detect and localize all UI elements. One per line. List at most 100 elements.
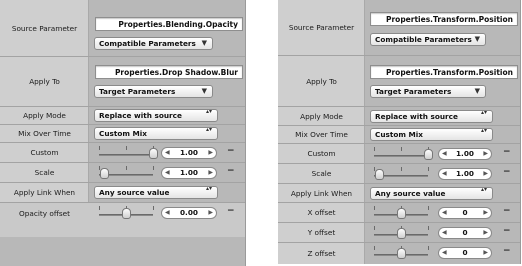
source-parameter-field[interactable]: Properties.Blending.Opacity — [95, 17, 243, 31]
reset-minus-icon[interactable]: − — [503, 206, 511, 216]
target-parameters-menu[interactable]: Target Parameters ▼ — [94, 85, 213, 98]
opacity-offset-stepper[interactable]: ◀ 0.00 ▶ — [161, 207, 217, 219]
slider-tick — [428, 246, 429, 250]
apply-to-label: Apply To — [29, 77, 60, 86]
z-offset-row: Z offset ◀ 0 ▶ − — [278, 243, 520, 264]
y-offset-label: Y offset — [307, 228, 336, 237]
target-parameters-menu[interactable]: Target Parameters ▼ — [370, 85, 486, 98]
scale-label: Scale — [311, 169, 332, 178]
mix-over-time-select[interactable]: Custom Mix ▴▾ — [370, 128, 493, 141]
scale-stepper[interactable]: ◀ 1.00 ▶ — [438, 168, 492, 180]
slider-knob[interactable] — [100, 168, 109, 179]
apply-mode-label: Apply Mode — [300, 111, 343, 121]
custom-row: Custom ◀ 1.00 ▶ − — [278, 144, 520, 164]
slider-tick — [126, 146, 127, 150]
mix-over-time-select[interactable]: Custom Mix ▴▾ — [94, 127, 218, 140]
increment-arrow-icon[interactable]: ▶ — [483, 169, 488, 179]
popup-arrow-icon: ▼ — [474, 35, 480, 43]
apply-to-row: Apply To Properties.Transform.Position T… — [278, 56, 520, 107]
slider-knob[interactable] — [122, 208, 131, 219]
decrement-arrow-icon[interactable]: ◀ — [442, 169, 447, 179]
apply-link-when-label: Apply Link When — [290, 188, 353, 198]
decrement-arrow-icon[interactable]: ◀ — [165, 208, 170, 218]
increment-arrow-icon[interactable]: ▶ — [483, 149, 488, 159]
custom-label: Custom — [30, 148, 59, 157]
x-offset-stepper[interactable]: ◀ 0 ▶ — [438, 207, 492, 219]
decrement-arrow-icon[interactable]: ◀ — [442, 228, 447, 238]
reset-minus-icon[interactable]: − — [503, 147, 511, 157]
updown-arrow-icon: ▴▾ — [205, 126, 212, 133]
source-parameter-label: Source Parameter — [11, 23, 78, 33]
mix-over-time-label: Mix Over Time — [18, 129, 71, 138]
increment-arrow-icon[interactable]: ▶ — [208, 148, 213, 158]
custom-stepper[interactable]: ◀ 1.00 ▶ — [438, 148, 492, 160]
compatible-parameters-menu[interactable]: Compatible Parameters ▼ — [370, 33, 486, 46]
slider-tick — [428, 206, 429, 210]
opacity-offset-slider[interactable] — [95, 203, 157, 223]
slider-knob[interactable] — [149, 148, 158, 159]
reset-minus-icon[interactable]: − — [503, 167, 511, 177]
increment-arrow-icon[interactable]: ▶ — [483, 248, 488, 258]
custom-slider[interactable] — [95, 143, 158, 163]
apply-mode-select[interactable]: Replace with source ▴▾ — [370, 110, 493, 123]
compatible-parameters-menu[interactable]: Compatible Parameters ▼ — [94, 37, 213, 50]
updown-arrow-icon: ▴▾ — [480, 127, 487, 134]
reset-minus-icon[interactable]: − — [227, 166, 235, 176]
decrement-arrow-icon[interactable]: ◀ — [442, 248, 447, 258]
y-offset-row: Y offset ◀ 0 ▶ − — [278, 223, 520, 243]
slider-tick — [374, 147, 375, 151]
slider-tick — [126, 166, 127, 170]
apply-to-field[interactable]: Properties.Drop Shadow.Blur — [95, 65, 243, 79]
custom-slider[interactable] — [370, 144, 433, 164]
opacity-offset-row: Opacity offset ◀ 0.00 ▶ − — [0, 203, 245, 237]
slider-knob[interactable] — [397, 208, 406, 219]
slider-tick — [99, 206, 100, 210]
decrement-arrow-icon[interactable]: ◀ — [165, 148, 170, 158]
source-parameter-field[interactable]: Properties.Transform.Position — [370, 12, 518, 26]
right-behavior-panel: Source Parameter Properties.Transform.Po… — [278, 0, 521, 264]
apply-to-field[interactable]: Properties.Transform.Position — [370, 65, 518, 79]
reset-minus-icon[interactable]: − — [227, 146, 235, 156]
x-offset-slider[interactable] — [370, 203, 432, 223]
apply-mode-label: Apply Mode — [23, 111, 66, 120]
source-parameter-label: Source Parameter — [288, 23, 355, 32]
slider-knob[interactable] — [424, 149, 433, 160]
slider-tick — [153, 166, 154, 170]
scale-row: Scale ◀ 1.00 ▶ − — [278, 164, 520, 184]
apply-link-when-select[interactable]: Any source value ▴▾ — [370, 187, 493, 200]
left-behavior-panel: Source Parameter Properties.Blending.Opa… — [0, 0, 246, 266]
popup-arrow-icon: ▼ — [474, 87, 480, 95]
y-offset-stepper[interactable]: ◀ 0 ▶ — [438, 227, 492, 239]
scale-label: Scale — [34, 168, 55, 177]
apply-link-when-select[interactable]: Any source value ▴▾ — [94, 186, 218, 199]
reset-minus-icon[interactable]: − — [503, 246, 511, 256]
increment-arrow-icon[interactable]: ▶ — [208, 168, 213, 178]
popup-arrow-icon: ▼ — [201, 87, 207, 95]
increment-arrow-icon[interactable]: ▶ — [483, 208, 488, 218]
slider-track[interactable] — [374, 155, 428, 157]
apply-mode-select[interactable]: Replace with source ▴▾ — [94, 109, 218, 122]
z-offset-stepper[interactable]: ◀ 0 ▶ — [438, 247, 492, 259]
slider-track[interactable] — [99, 154, 153, 156]
decrement-arrow-icon[interactable]: ◀ — [442, 149, 447, 159]
reset-minus-icon[interactable]: − — [227, 206, 235, 216]
increment-arrow-icon[interactable]: ▶ — [208, 208, 213, 218]
custom-stepper[interactable]: ◀ 1.00 ▶ — [161, 147, 217, 159]
scale-row: Scale ◀ 1.00 ▶ − — [0, 163, 245, 183]
increment-arrow-icon[interactable]: ▶ — [483, 228, 488, 238]
scale-slider[interactable] — [95, 163, 157, 183]
z-offset-slider[interactable] — [370, 243, 432, 263]
decrement-arrow-icon[interactable]: ◀ — [165, 168, 170, 178]
x-offset-row: X offset ◀ 0 ▶ − — [278, 203, 520, 223]
apply-link-when-row: Apply Link When Any source value ▴▾ — [0, 183, 245, 203]
slider-knob[interactable] — [375, 169, 384, 180]
slider-knob[interactable] — [397, 228, 406, 239]
reset-minus-icon[interactable]: − — [503, 226, 511, 236]
y-offset-slider[interactable] — [370, 223, 432, 243]
slider-tick — [428, 226, 429, 230]
scale-slider[interactable] — [370, 164, 432, 184]
slider-knob[interactable] — [397, 248, 406, 259]
decrement-arrow-icon[interactable]: ◀ — [442, 208, 447, 218]
scale-stepper[interactable]: ◀ 1.00 ▶ — [161, 167, 217, 179]
popup-arrow-icon: ▼ — [201, 39, 207, 47]
